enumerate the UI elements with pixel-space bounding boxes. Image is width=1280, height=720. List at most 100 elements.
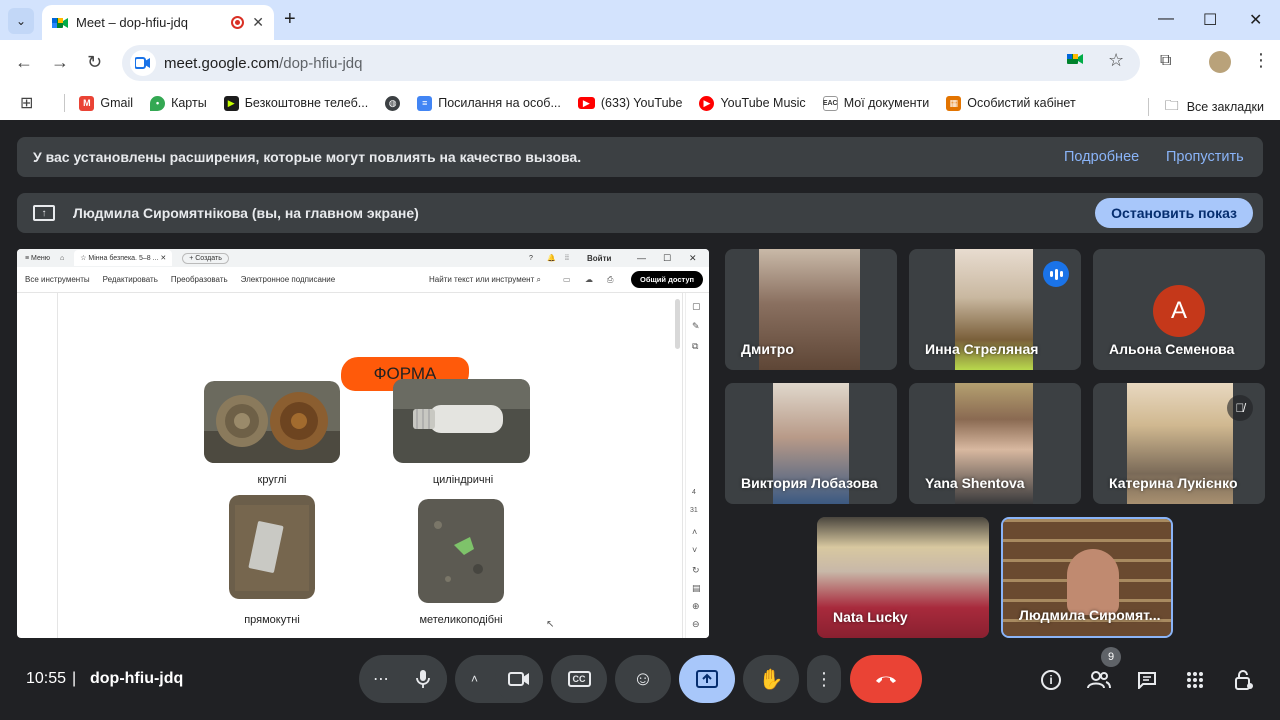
microphone-icon	[416, 670, 430, 688]
globe-icon: ◍	[385, 95, 401, 111]
camera-icon	[508, 672, 529, 686]
maps-icon: •	[150, 95, 166, 111]
bookmark-tv[interactable]: ▶ Безкоштовне телеб...	[223, 95, 368, 111]
leave-call-button[interactable]	[850, 655, 922, 703]
microphone-button[interactable]	[399, 655, 447, 703]
bookmarks-bar: ⊞ M Gmail • Карты ▶ Безкоштовне телеб... ◍ …	[0, 86, 1280, 120]
participant-tile[interactable]: Nata Lucky	[817, 517, 989, 638]
all-bookmarks[interactable]: 🗀 Все закладки	[1147, 95, 1264, 119]
apps-grid-icon: ⁞⁞	[565, 254, 569, 262]
bookmark-maps[interactable]: • Карты	[150, 95, 207, 111]
close-window-icon[interactable]: ✕	[1249, 10, 1262, 30]
stop-presenting-button[interactable]: Остановить показ	[1095, 198, 1253, 228]
apps-icon[interactable]: ⊞	[20, 93, 33, 113]
bookmark-label: Карты	[171, 96, 207, 110]
speaking-indicator-icon	[1043, 261, 1069, 287]
bookmark-gmail[interactable]: M Gmail	[79, 95, 133, 111]
bookmark-youtube[interactable]: ▶ (633) YouTube	[577, 96, 682, 110]
bookmarks-separator	[64, 94, 66, 112]
more-vert-icon: ⋮	[815, 668, 833, 689]
meet-indicator-icon[interactable]	[1066, 52, 1084, 71]
bookmark-documents[interactable]: ЕАС Мої документи	[822, 95, 930, 111]
bookmark-star-icon[interactable]: ☆	[1108, 50, 1124, 71]
participant-tile[interactable]: А Альона Семенова	[1093, 249, 1265, 370]
activities-icon[interactable]	[1182, 668, 1208, 692]
tab-title: Meet – dop-hfiu-jdq	[76, 15, 189, 30]
bookmark-label: Особистий кабінет	[967, 96, 1076, 110]
tab-search-button[interactable]: ⌄	[8, 8, 34, 34]
skip-link[interactable]: Пропустить	[1166, 149, 1244, 165]
present-screen-button[interactable]	[679, 655, 735, 703]
shared-minimize-icon: —	[637, 253, 646, 263]
end-call-icon	[876, 676, 896, 683]
shared-share-button: Общий доступ	[631, 271, 704, 288]
shared-scrollbar	[675, 299, 680, 349]
reactions-button[interactable]: ☺	[615, 655, 671, 703]
shared-toolbar-item: Редактировать	[102, 275, 158, 284]
docs-icon: ≡	[417, 95, 433, 111]
camera-button[interactable]	[495, 655, 543, 703]
banner-text: У вас установлены расширения, которые мо…	[33, 149, 582, 165]
participant-tile[interactable]: Yana Shentova	[909, 383, 1081, 504]
minimize-icon[interactable]: —	[1158, 10, 1174, 28]
learn-more-link[interactable]: Подробнее	[1064, 149, 1139, 165]
maximize-icon[interactable]: ☐	[1203, 10, 1217, 30]
shared-browser-bar: ≡ Меню ⌂ ☆ Мінна безпека. 5–8 ... ✕ + Со…	[17, 249, 709, 267]
participant-tile[interactable]: 🎙̸ Катерина Лукієнко	[1093, 383, 1265, 504]
participant-tile[interactable]: Инна Стреляная	[909, 249, 1081, 370]
participant-tile[interactable]: Дмитро	[725, 249, 897, 370]
extensions-icon[interactable]: ⧉	[1160, 52, 1171, 70]
page-total: 31	[690, 507, 698, 514]
zoom-in-icon: ⊕	[692, 601, 700, 611]
bookmark-label: Мої документи	[843, 96, 930, 110]
participant-name: Альона Семенова	[1109, 341, 1235, 357]
caption-rectangular: прямокутні	[244, 614, 300, 626]
more-options-button[interactable]: ⋮	[807, 655, 841, 703]
browser-tab[interactable]: Meet – dop-hfiu-jdq ✕	[42, 5, 274, 40]
shared-login: Войти	[587, 253, 612, 263]
bookmark-cabinet[interactable]: ▦ Особистий кабінет	[946, 95, 1076, 111]
captions-button[interactable]: CC	[551, 655, 607, 703]
bookmark-youtube-music[interactable]: ▶ YouTube Music	[699, 95, 806, 111]
more-audio-options-icon[interactable]: ⋯	[373, 669, 389, 689]
back-icon[interactable]: ←	[15, 52, 33, 73]
edit-sidebar-icon: ✎	[692, 321, 700, 331]
mic-group: ⋯	[359, 655, 447, 703]
address-bar[interactable]: meet.google.com/dop-hfiu-jdq	[122, 45, 1140, 81]
participant-face	[1067, 549, 1119, 615]
shared-toolbar-item: Электронное подписание	[240, 275, 336, 284]
save-icon: ▭	[563, 275, 571, 284]
people-icon[interactable]	[1086, 668, 1112, 692]
mic-off-icon: 🎙̸	[1227, 395, 1253, 421]
browser-menu-icon[interactable]: ⋮	[1252, 50, 1270, 71]
raise-hand-button[interactable]: ✋	[743, 655, 799, 703]
meeting-code: dop-hfiu-jdq	[90, 670, 184, 687]
camera-options-chevron-icon[interactable]: ˄	[471, 672, 478, 686]
chat-icon[interactable]	[1134, 668, 1160, 692]
tab-close-icon[interactable]: ✕	[252, 14, 264, 31]
captions-icon: CC	[567, 671, 591, 687]
meeting-info-icon[interactable]: i	[1038, 668, 1064, 692]
rectangular-mine-image	[229, 495, 315, 599]
camera-group: ˄	[455, 655, 543, 703]
forward-icon[interactable]: →	[51, 52, 69, 73]
bookmark-globe[interactable]: ◍	[385, 95, 401, 111]
presenting-banner: ↑ Людмила Сиромятнікова (вы, на главном …	[17, 193, 1263, 233]
cylindrical-mine-image	[393, 379, 530, 463]
bookmark-docs[interactable]: ≡ Посилання на особ...	[417, 95, 561, 111]
caption-cylindrical: циліндричні	[432, 474, 494, 486]
meet-main: У вас установлены расширения, которые мо…	[0, 120, 1280, 720]
new-tab-button[interactable]: +	[284, 8, 296, 31]
participant-tile-self[interactable]: Людмила Сиромят...	[1001, 517, 1173, 638]
host-controls-icon[interactable]	[1231, 668, 1257, 692]
profile-avatar[interactable]	[1209, 51, 1231, 73]
participant-tile[interactable]: Виктория Лобазова	[725, 383, 897, 504]
site-info-icon[interactable]	[130, 50, 156, 76]
upload-icon: ☁	[585, 275, 593, 284]
shared-menu: ≡ Меню	[25, 254, 50, 262]
butterfly-mine-image	[418, 499, 504, 603]
reload-icon[interactable]: ↻	[87, 52, 102, 73]
youtube-music-icon: ▶	[699, 95, 715, 111]
url-host: meet.google.com	[164, 54, 280, 72]
shared-toolbar-item: Преобразовать	[170, 275, 228, 284]
